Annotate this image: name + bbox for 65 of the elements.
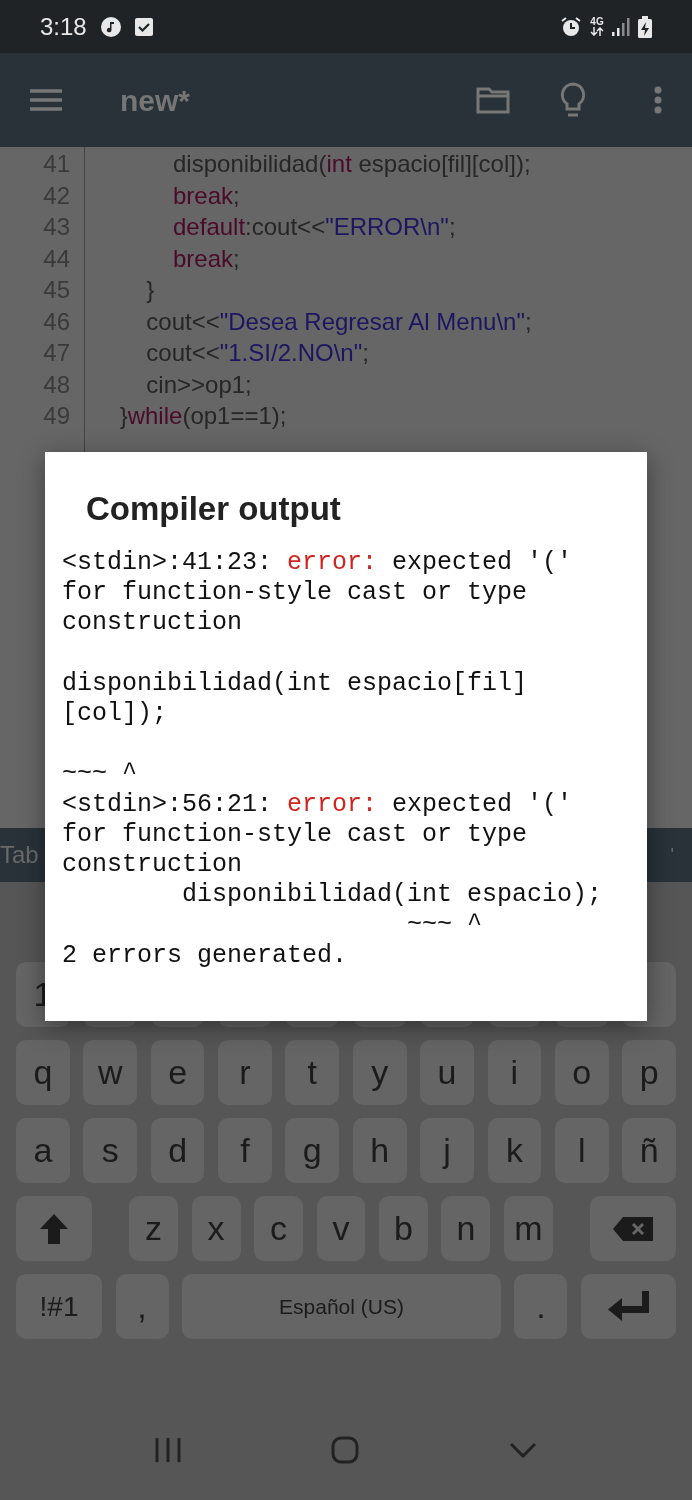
key[interactable]: s [83,1118,138,1183]
shift-icon [39,1212,69,1245]
key[interactable]: n [441,1196,491,1261]
key[interactable]: q [16,1040,70,1105]
key[interactable]: f [218,1118,272,1183]
recent-apps-icon[interactable] [155,1438,181,1462]
code-line: break; [172,180,240,211]
back-chevron-icon[interactable] [509,1442,537,1458]
key[interactable]: y [352,1040,407,1105]
code-line: cout<<"Desea Regresar Al Menu\n"; [145,306,532,337]
key[interactable]: i [487,1040,542,1105]
key[interactable]: p [622,1040,676,1105]
key[interactable]: u [420,1040,474,1105]
key[interactable]: h [352,1118,407,1183]
comma-key[interactable]: , [115,1274,169,1339]
key[interactable]: b [379,1196,428,1261]
space-key[interactable]: Español (US) [182,1274,501,1339]
key[interactable]: z [129,1196,179,1261]
data-arrows-icon [590,27,604,36]
status-time: 3:18 [40,11,87,42]
key[interactable]: r [218,1040,272,1105]
more-options-icon[interactable] [654,86,662,114]
backspace-icon [612,1216,653,1241]
code-line: cin>>op1; [145,369,252,400]
home-icon[interactable] [331,1436,359,1464]
menu-icon[interactable] [30,88,62,112]
checkbox-icon [134,16,153,37]
folder-icon[interactable] [476,86,510,114]
tab-key[interactable]: Tab [0,837,39,873]
shift-key[interactable] [16,1196,92,1261]
enter-key[interactable] [581,1274,676,1339]
key[interactable]: v [316,1196,366,1261]
backspace-key[interactable] [589,1196,676,1261]
key[interactable]: l [554,1118,609,1183]
key[interactable]: ñ [622,1118,676,1183]
key[interactable]: e [150,1040,205,1105]
code-line: }while(op1==1); [118,401,287,431]
alarm-icon [560,15,582,38]
key[interactable]: d [150,1118,205,1183]
file-title: new* [120,82,191,119]
music-note-icon [100,16,121,37]
key[interactable]: m [503,1196,553,1261]
key[interactable]: w [83,1040,138,1105]
key[interactable]: o [554,1040,609,1105]
code-line: break; [172,243,240,274]
code-line: cout<<"1.SI/2.NO\n"; [145,338,369,368]
code-line: default:cout<<"ERROR\n"; [172,212,456,242]
battery-charging-icon [638,15,652,38]
symbols-key[interactable]: !#1 [16,1274,102,1339]
network-type: 4G [590,17,604,27]
period-key[interactable]: . [514,1274,568,1339]
key[interactable]: j [420,1118,474,1183]
lightbulb-icon[interactable] [560,82,586,118]
key[interactable]: x [191,1196,241,1261]
dialog-title: Compiler output [86,489,341,529]
enter-icon [607,1290,650,1323]
key[interactable]: a [16,1118,70,1183]
key[interactable]: k [487,1118,542,1183]
signal-icon [612,16,630,37]
quote-key[interactable]: ' [670,841,674,869]
code-line: } [145,275,155,305]
key[interactable]: g [285,1118,340,1183]
key[interactable]: t [285,1040,340,1105]
key[interactable]: c [254,1196,303,1261]
code-line: disponibilidad(int espacio[fil][col]); [172,149,531,179]
